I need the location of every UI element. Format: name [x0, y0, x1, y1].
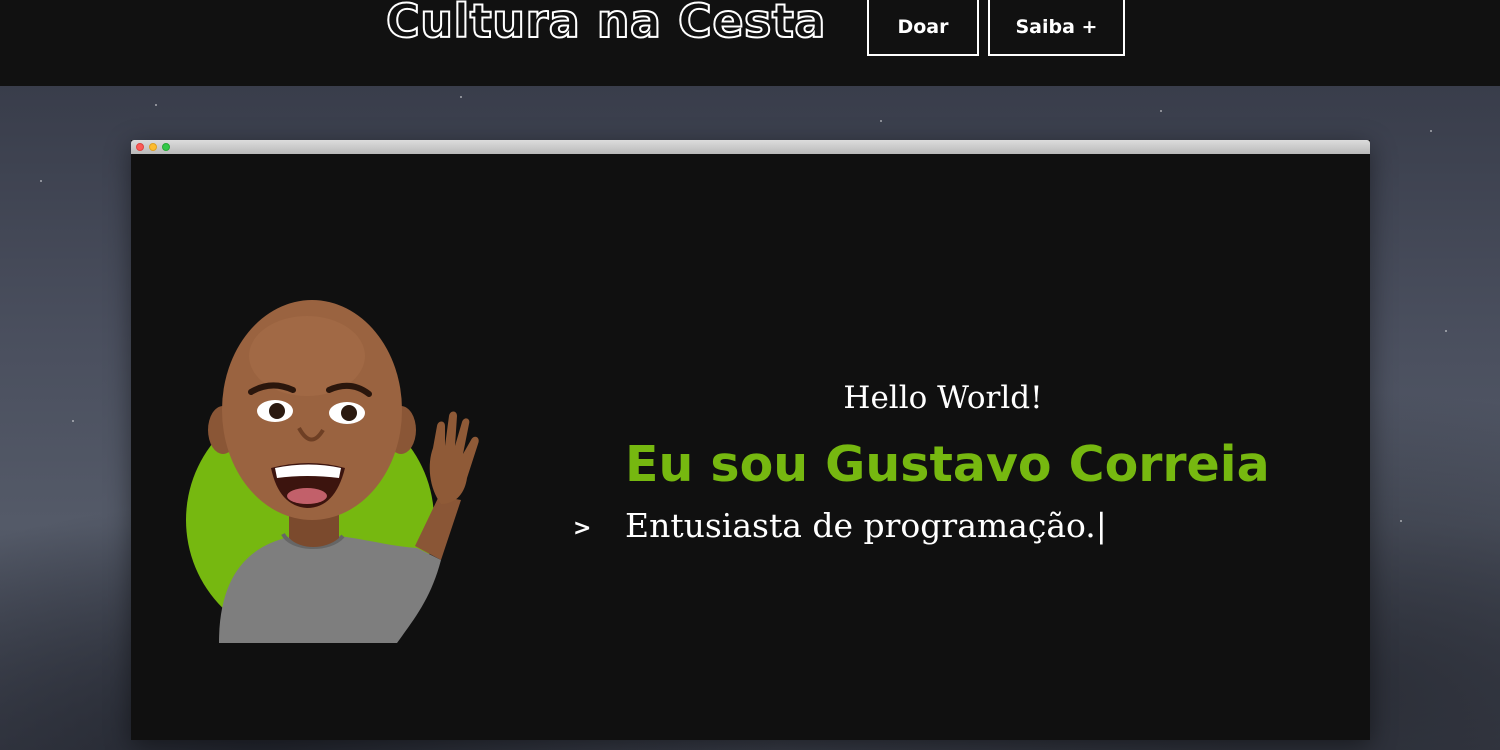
star: [1400, 520, 1402, 522]
star: [1430, 130, 1432, 132]
terminal-window: Hello World! Eu sou Gustavo Correia > En…: [131, 140, 1370, 740]
waving-avatar-icon: [186, 300, 479, 643]
star: [155, 104, 157, 106]
star: [460, 96, 462, 98]
minimize-window-icon: [149, 143, 157, 151]
close-window-icon: [136, 143, 144, 151]
page: Cultura na Cesta Doar Saiba + Hello Worl…: [0, 0, 1500, 750]
brand-logo-text[interactable]: Cultura na Cesta: [385, 0, 826, 49]
maximize-window-icon: [162, 143, 170, 151]
prompt-chevron-icon: >: [573, 516, 592, 541]
greeting-text: Hello World!: [843, 380, 1043, 416]
hero-name-heading: Eu sou Gustavo Correia: [625, 436, 1270, 493]
star: [72, 420, 74, 422]
star: [1445, 330, 1447, 332]
top-navbar: Cultura na Cesta Doar Saiba +: [0, 0, 1500, 86]
donate-button[interactable]: Doar: [867, 0, 979, 56]
star: [1160, 110, 1162, 112]
typing-tagline: Entusiasta de programação.|: [625, 506, 1107, 545]
star: [880, 120, 882, 122]
window-titlebar: [131, 140, 1370, 154]
star: [40, 180, 42, 182]
learn-more-button[interactable]: Saiba +: [988, 0, 1125, 56]
